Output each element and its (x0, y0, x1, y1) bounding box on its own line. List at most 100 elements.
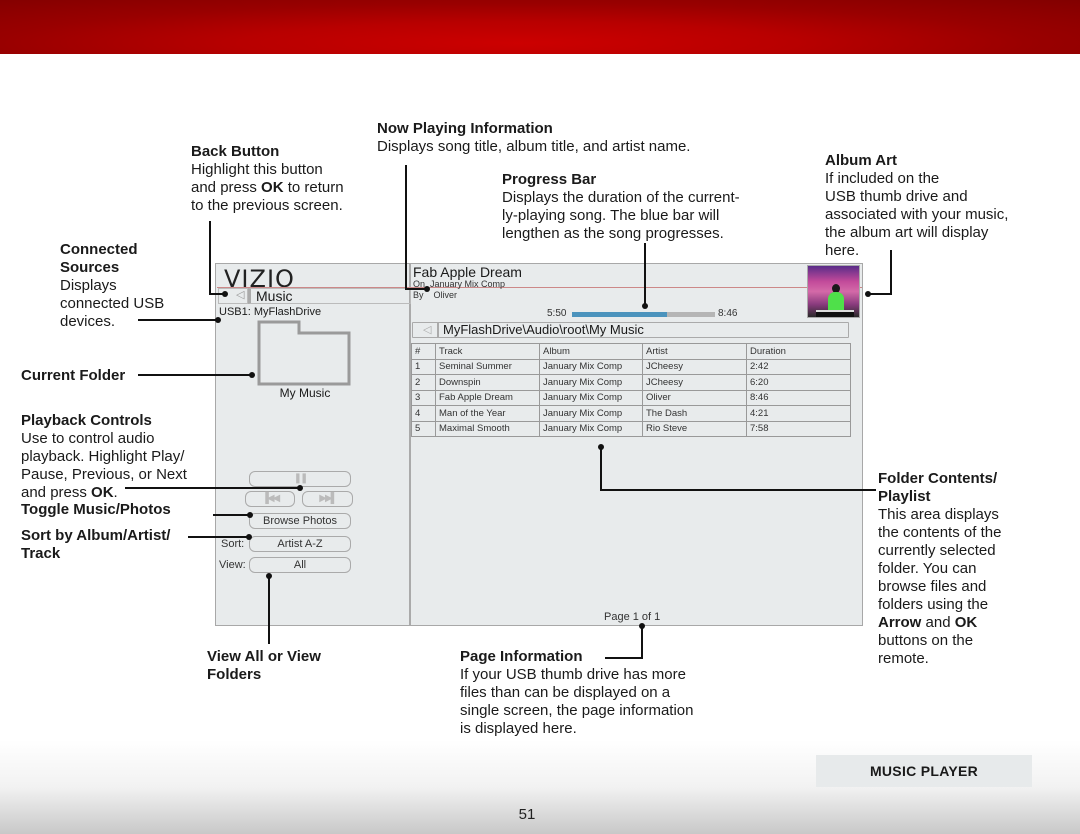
callout-line (644, 243, 646, 306)
browse-photos-button[interactable]: Browse Photos (249, 513, 351, 529)
annotation-body: connected USB (60, 295, 165, 312)
annotation-body: Use to control audio (21, 430, 155, 447)
annotation-title: Now Playing Information (377, 120, 553, 137)
annotation-body: the album art will display (825, 224, 989, 241)
annotation-current-folder: Current Folder (21, 367, 125, 385)
annotation-title: Playback Controls (21, 412, 152, 429)
annotation-body: Displays song title, album title, and ar… (377, 138, 691, 155)
track-table: # Track Album Artist Duration 1 Seminal S… (411, 343, 851, 437)
annotation-back-button: Back Button Highlight this button and pr… (191, 143, 344, 215)
callout-line (209, 221, 211, 294)
section-tag: MUSIC PLAYER (816, 755, 1032, 787)
annotation-body: Displays the duration of the current- (502, 189, 740, 206)
artist-name: Oliver (433, 290, 458, 300)
annotation-sort: Sort by Album/Artist/ Track (21, 527, 170, 563)
cell-album: January Mix Comp (539, 374, 643, 391)
annotation-title: Back Button (191, 143, 280, 160)
previous-button[interactable]: ▐◀◀ (245, 491, 295, 507)
annotation-body: to the previous screen. (191, 197, 343, 214)
callout-line (890, 250, 892, 294)
annotation-body: USB thumb drive and (825, 188, 968, 205)
annotation-title: Toggle Music/Photos (21, 501, 171, 518)
table-row[interactable]: 5 Maximal Smooth January Mix Comp Rio Steve… (411, 420, 851, 437)
previous-icon: ▐◀◀ (261, 493, 281, 504)
callout-line (600, 446, 602, 490)
cell-duration: 7:58 (746, 420, 851, 437)
cell-track: Fab Apple Dream (435, 389, 540, 406)
annotation-title: Connected (60, 241, 138, 258)
callout-line (405, 165, 407, 289)
annotation-body: files than can be displayed on a (460, 684, 671, 701)
elapsed-time: 5:50 (547, 308, 567, 319)
cell-album: January Mix Comp (539, 405, 643, 422)
callout-line (138, 319, 218, 321)
sort-button[interactable]: Artist A-Z (249, 536, 351, 552)
sort-label: Sort: (221, 538, 245, 550)
cell-artist: Rio Steve (642, 420, 747, 437)
table-row[interactable]: 4 Man of the Year January Mix Comp The Dash… (411, 405, 851, 422)
annotation-now-playing: Now Playing Information Displays song ti… (377, 120, 690, 156)
music-player-screen: VIZIO ◁ Music USB1: MyFlashDrive My Musi… (215, 263, 863, 626)
annotation-progress-bar: Progress Bar Displays the duration of th… (502, 171, 740, 243)
view-label: View: (219, 559, 246, 571)
folder-label: My Music (279, 386, 331, 400)
cell-artist: The Dash (642, 405, 747, 422)
cell-number: 1 (411, 358, 436, 375)
annotation-body: the contents of the (878, 524, 1002, 541)
pause-icon: ❚❚ (293, 473, 309, 484)
annotation-title: View All or View (207, 648, 321, 665)
annotation-title: Page Information (460, 648, 583, 665)
table-row[interactable]: 1 Seminal Summer January Mix Comp JCheesy 2:… (411, 358, 851, 375)
cell-duration: 4:21 (746, 405, 851, 422)
callout-line (268, 576, 270, 644)
annotation-title: Current Folder (21, 367, 126, 384)
table-row[interactable]: 2 Downspin January Mix Comp JCheesy 6:20 (411, 374, 851, 391)
nav-title: Music (248, 288, 411, 304)
callout-dot (598, 444, 604, 450)
cell-duration: 2:42 (746, 358, 851, 375)
callout-dot (297, 485, 303, 491)
cell-duration: 8:46 (746, 389, 851, 406)
progress-bar (572, 312, 715, 317)
annotation-body: This area displays (878, 506, 999, 523)
annotation-title: Sort by Album/Artist/ (21, 527, 171, 544)
next-button[interactable]: ▶▶▌ (302, 491, 353, 507)
annotation-body: If your USB thumb drive has more (460, 666, 686, 683)
text: and (921, 614, 955, 631)
annotation-body: Pause, Previous, or Next (21, 466, 187, 483)
now-playing-artist: By Oliver (413, 290, 457, 300)
connected-source[interactable]: USB1: MyFlashDrive (219, 306, 321, 318)
annotation-body: browse files and (878, 578, 987, 595)
annotation-folder-contents: Folder Contents/ Playlist This area disp… (878, 470, 1001, 668)
key-ok: OK (91, 484, 114, 501)
text: and press (191, 179, 262, 196)
key-ok: OK (261, 179, 284, 196)
album-art (807, 265, 860, 318)
callout-dot (642, 303, 648, 309)
folder-icon[interactable] (257, 320, 351, 386)
column-header-number: # (411, 343, 436, 360)
callout-dot (215, 317, 221, 323)
callout-dot (222, 291, 228, 297)
annotation-body: devices. (60, 313, 116, 330)
annotation-body: Highlight this button (191, 161, 323, 178)
callout-line (605, 657, 643, 659)
path-back-icon[interactable]: ◁ (423, 323, 431, 337)
annotation-body: is displayed here. (460, 720, 577, 737)
text: and press (21, 484, 92, 501)
annotation-body: Arrow and OK (878, 614, 1001, 632)
annotation-title: Sources (60, 259, 120, 276)
callout-line (213, 514, 250, 516)
annotation-view: View All or View Folders (207, 648, 321, 684)
annotation-title: Folder Contents/ (878, 470, 998, 487)
annotation-body: folder. You can (878, 560, 977, 577)
table-row[interactable]: 3 Fab Apple Dream January Mix Comp Oliver 8:… (411, 389, 851, 406)
table-header-row: # Track Album Artist Duration (411, 343, 851, 360)
cell-duration: 6:20 (746, 374, 851, 391)
view-button[interactable]: All (249, 557, 351, 573)
album-name: January Mix Comp (430, 279, 506, 289)
column-header-track: Track (435, 343, 540, 360)
annotation-body: folders using the (878, 596, 989, 613)
album-art-desk (816, 310, 854, 317)
text: to return (283, 179, 344, 196)
